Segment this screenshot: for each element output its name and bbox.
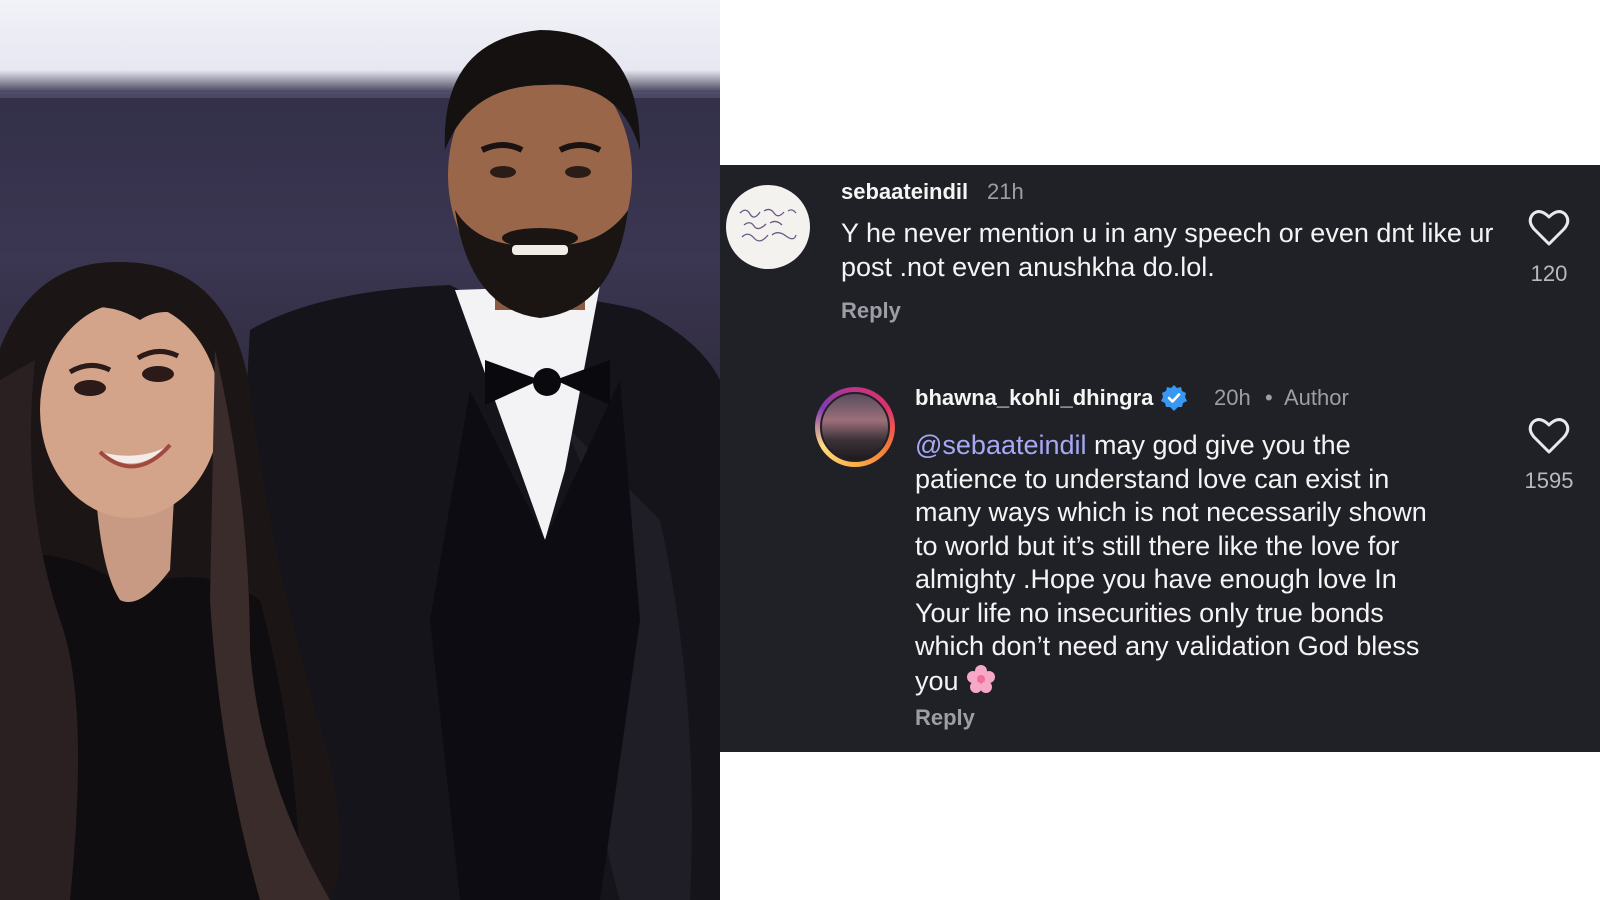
photo-illustration <box>0 30 720 900</box>
reply-line-text: you <box>915 665 959 696</box>
reply-button[interactable]: Reply <box>841 298 901 324</box>
reply-button[interactable]: Reply <box>915 705 975 731</box>
reply-line-3: many ways which is not necessarily shown <box>915 497 1427 527</box>
comment-username[interactable]: sebaateindil <box>841 179 968 205</box>
avatar-image <box>820 392 890 462</box>
author-tag: Author <box>1284 385 1349 410</box>
mention-link[interactable]: @sebaateindil <box>915 430 1087 460</box>
verified-badge-icon <box>1161 385 1187 411</box>
avatar-bhawna_kohli_dhingra[interactable] <box>815 387 895 467</box>
reply-line-4: to world but it’s still there like the l… <box>915 530 1400 561</box>
reply-text: @sebaateindil may god give you the patie… <box>915 429 1505 698</box>
comment-time: 21h <box>987 179 1024 204</box>
reply-line-8: you <box>915 664 1505 699</box>
heart-outline-icon[interactable] <box>1528 209 1570 247</box>
reply-line-2: patience to understand love can exist in <box>915 463 1390 494</box>
reply-line-text: may god give you the <box>1086 430 1351 460</box>
comment-text: Y he never mention u in any speech or ev… <box>841 218 1494 282</box>
comments-panel: sebaateindil 21h Y he never mention u in… <box>720 165 1600 752</box>
reply-line-1: @sebaateindil may god give you the <box>915 429 1505 463</box>
meta-separator: • <box>1265 385 1273 410</box>
avatar-sebaateindil[interactable] <box>726 185 810 269</box>
reply-line-5: almighty .Hope you have enough love In <box>915 564 1397 594</box>
comment-username[interactable]: bhawna_kohli_dhingra <box>915 385 1153 411</box>
reply-line-7: which don’t need any validation God bles… <box>915 631 1420 661</box>
heart-outline-icon[interactable] <box>1528 417 1570 455</box>
like-count: 1595 <box>1524 468 1574 493</box>
handwriting-image <box>739 208 797 242</box>
comment-time: 20h <box>1214 385 1251 410</box>
photo-couple <box>0 0 720 900</box>
like-count: 120 <box>1530 261 1568 286</box>
reply-line-6: Your life no insecurities only true bond… <box>915 597 1384 628</box>
cherry-blossom-icon <box>967 664 996 693</box>
